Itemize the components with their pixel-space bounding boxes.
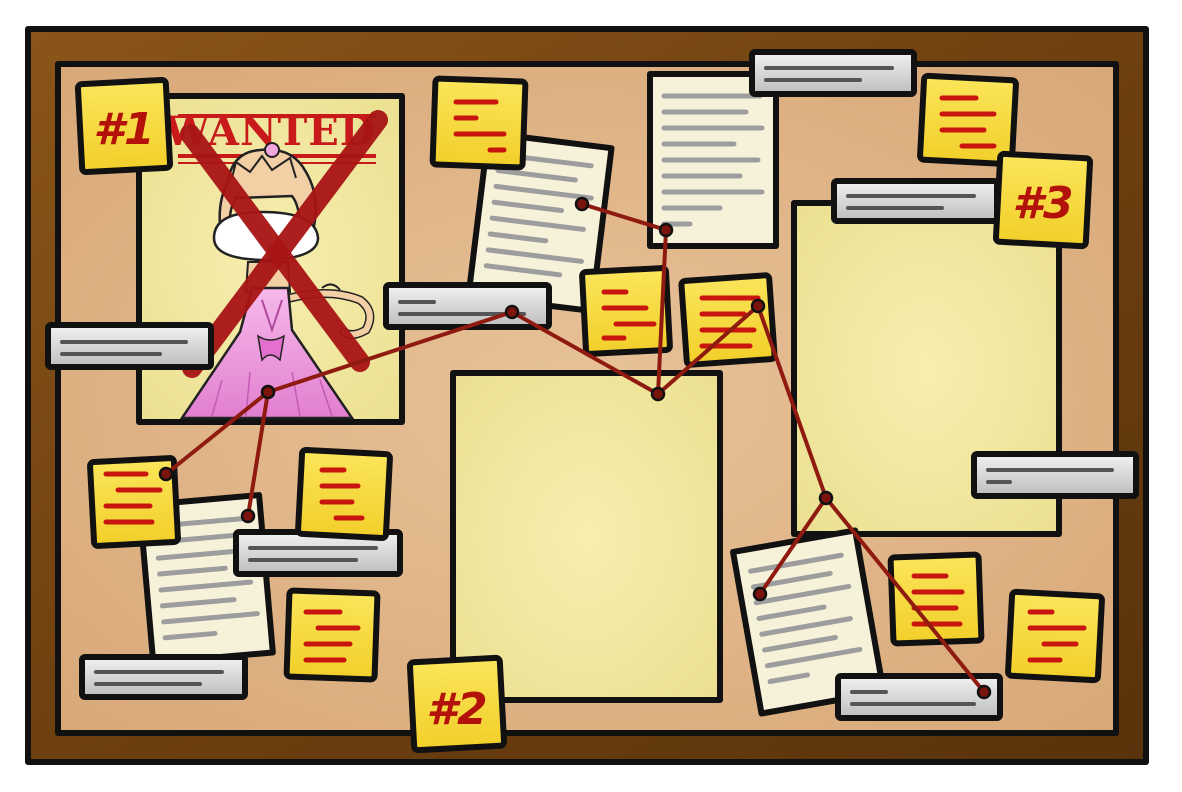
wanted-poster: WANTED: [136, 93, 405, 425]
marker-note-1: #1: [74, 76, 174, 176]
marker-note-2: #2: [406, 654, 508, 754]
pin-icon: [158, 466, 174, 482]
sticky-note: [917, 72, 1019, 168]
sticky-note: [295, 446, 393, 542]
sticky-note: [283, 587, 381, 683]
document-top-center: [647, 71, 779, 249]
label-strip: [79, 654, 248, 700]
large-blank-sheet-center: [450, 370, 723, 703]
marker-label-2: #2: [426, 684, 487, 735]
label-strip: [45, 322, 214, 370]
sticky-note: [1005, 588, 1105, 684]
label-strip: [831, 178, 1000, 224]
label-strip: [971, 451, 1139, 499]
label-strip: [749, 49, 917, 97]
pin-icon: [752, 586, 768, 602]
pin-icon: [818, 490, 834, 506]
evidence-board: WANTED #1 #2 #3: [25, 26, 1149, 765]
pin-icon: [976, 684, 992, 700]
marker-label-1: #1: [93, 104, 154, 155]
pin-icon: [240, 508, 256, 524]
marker-label-3: #3: [1012, 178, 1073, 229]
sticky-note: [429, 75, 529, 171]
pin-icon: [260, 384, 276, 400]
sticky-note: [579, 265, 673, 357]
pin-icon: [650, 386, 666, 402]
sticky-note: [678, 272, 778, 368]
pin-icon: [504, 304, 520, 320]
pin-icon: [658, 222, 674, 238]
marker-note-3: #3: [992, 150, 1094, 250]
pin-icon: [574, 196, 590, 212]
pin-icon: [750, 298, 766, 314]
